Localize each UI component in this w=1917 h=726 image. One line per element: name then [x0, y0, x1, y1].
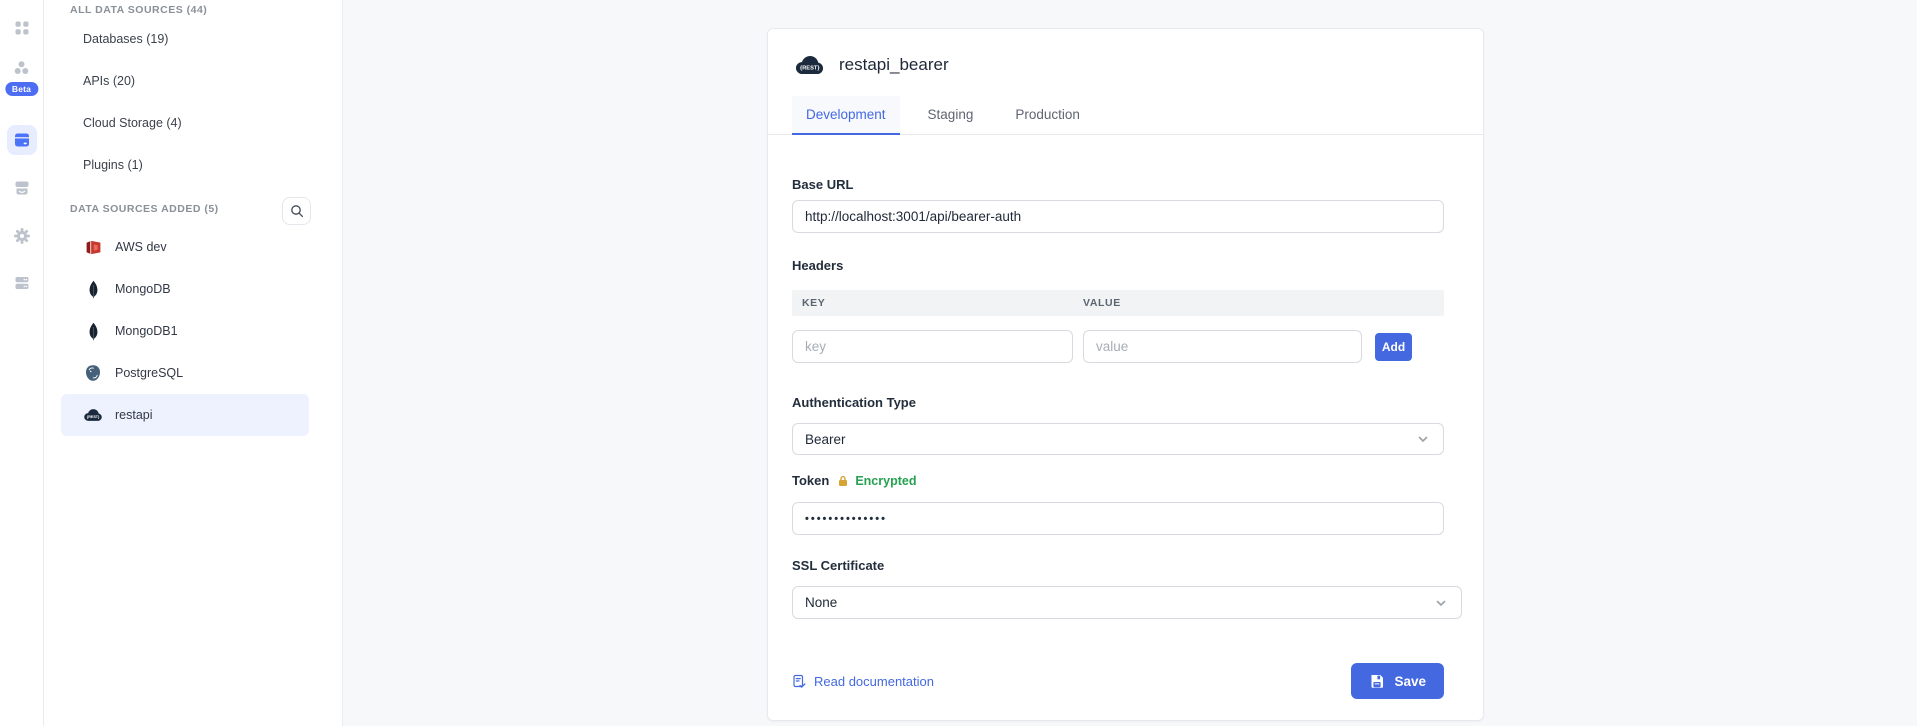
svg-text:{REST}: {REST}: [800, 66, 820, 72]
document-check-icon: [792, 674, 807, 689]
header-value-input[interactable]: [1083, 330, 1362, 363]
sidebar-item-plugins[interactable]: Plugins (1): [61, 144, 326, 186]
auth-type-select[interactable]: Bearer: [792, 423, 1444, 455]
config-form: Base URL Headers KEY VALUE Add Authentic…: [768, 135, 1483, 699]
save-button[interactable]: Save: [1351, 663, 1444, 699]
form-footer: Read documentation Save: [792, 663, 1444, 699]
workflows-icon[interactable]: [7, 53, 37, 83]
sidebar-item-databases[interactable]: Databases (19): [61, 18, 326, 60]
ssl-value: None: [805, 595, 837, 610]
gear-icon: [13, 227, 31, 245]
headers-group: Headers KEY VALUE Add: [792, 257, 1444, 363]
chevron-down-icon: [1417, 433, 1429, 445]
read-documentation-link[interactable]: Read documentation: [792, 674, 934, 689]
headers-label: Headers: [792, 258, 843, 273]
category-label: APIs (20): [83, 74, 135, 88]
rest-api-icon: {REST}: [794, 54, 825, 76]
rest-api-icon: {REST}: [83, 405, 103, 425]
settings-icon[interactable]: [7, 221, 37, 251]
mongodb-icon: [83, 321, 103, 341]
sidebar-item-mongodb1[interactable]: MongoDB1: [61, 310, 309, 352]
data-sources-icon[interactable]: [7, 125, 37, 155]
aws-icon: [83, 237, 103, 257]
search-icon: [290, 204, 304, 218]
sidebar-item-cloud-storage[interactable]: Cloud Storage (4): [61, 102, 326, 144]
encrypted-badge: Encrypted: [837, 474, 916, 488]
auth-type-group: Authentication Type Bearer: [792, 395, 1444, 455]
category-list: Databases (19) APIs (20) Cloud Storage (…: [44, 18, 342, 186]
search-button[interactable]: [282, 197, 311, 225]
token-group: Token Encrypted ••••••••••••••: [792, 473, 1444, 535]
storefront-icon: [13, 179, 31, 197]
auth-type-label: Authentication Type: [792, 395, 1444, 410]
ssl-group: SSL Certificate None: [792, 558, 1444, 619]
add-header-button[interactable]: Add: [1375, 333, 1412, 361]
data-source-label: restapi: [115, 408, 153, 422]
sidebar-item-postgresql[interactable]: PostgreSQL: [61, 352, 309, 394]
mongodb-icon: [83, 279, 103, 299]
tab-staging[interactable]: Staging: [914, 96, 988, 135]
doc-link-label: Read documentation: [814, 674, 934, 689]
save-icon: [1369, 673, 1385, 689]
beta-badge: Beta: [5, 82, 38, 96]
key-column-header: KEY: [792, 297, 1083, 309]
value-column-header: VALUE: [1083, 297, 1121, 309]
base-url-group: Base URL: [792, 177, 1444, 233]
encrypted-label: Encrypted: [855, 474, 916, 488]
database-icon[interactable]: [7, 268, 37, 298]
panel-header: {REST} restapi_bearer: [768, 29, 1483, 76]
chevron-down-icon: [1435, 597, 1447, 609]
category-label: Cloud Storage (4): [83, 116, 182, 130]
postgresql-icon: [83, 363, 103, 383]
ssl-certificate-select[interactable]: None: [792, 586, 1462, 619]
data-sources-sidebar: ALL DATA SOURCES (44) Databases (19) API…: [44, 0, 343, 726]
data-source-label: MongoDB: [115, 282, 171, 296]
base-url-label: Base URL: [792, 177, 1444, 192]
data-sources-added-header: DATA SOURCES ADDED (5): [70, 199, 219, 219]
base-url-input[interactable]: [792, 200, 1444, 233]
tab-development[interactable]: Development: [792, 96, 900, 135]
icon-rail: Beta: [0, 0, 44, 726]
save-label: Save: [1394, 674, 1426, 689]
server-icon: [13, 274, 31, 292]
sidebar-item-mongodb[interactable]: MongoDB: [61, 268, 309, 310]
svg-text:{REST}: {REST}: [87, 415, 100, 419]
header-kv-row: Add: [792, 330, 1444, 363]
added-data-sources-list: AWS dev MongoDB MongoDB1: [44, 226, 342, 436]
page-title: restapi_bearer: [839, 55, 949, 75]
apps-icon[interactable]: [7, 13, 37, 43]
data-source-label: AWS dev: [115, 240, 167, 254]
all-data-sources-header: ALL DATA SOURCES (44): [70, 0, 342, 16]
grid-icon: [14, 20, 30, 36]
drawer-icon: [13, 131, 31, 149]
data-source-config-panel: {REST} restapi_bearer Development Stagin…: [767, 28, 1484, 721]
category-label: Plugins (1): [83, 158, 143, 172]
headers-table-head: KEY VALUE: [792, 290, 1444, 316]
sidebar-item-restapi[interactable]: {REST} restapi: [61, 394, 309, 436]
token-label: Token: [792, 473, 829, 488]
ssl-certificate-label: SSL Certificate: [792, 558, 1444, 573]
token-label-row: Token Encrypted: [792, 473, 1444, 488]
data-source-label: MongoDB1: [115, 324, 178, 338]
environment-tabs: Development Staging Production: [768, 96, 1483, 135]
marketplace-icon[interactable]: [7, 173, 37, 203]
data-source-label: PostgreSQL: [115, 366, 183, 380]
cluster-icon: [13, 60, 30, 76]
sidebar-item-apis[interactable]: APIs (20): [61, 60, 326, 102]
lock-icon: [837, 475, 849, 487]
sidebar-item-aws-dev[interactable]: AWS dev: [61, 226, 309, 268]
header-key-input[interactable]: [792, 330, 1073, 363]
category-label: Databases (19): [83, 32, 168, 46]
auth-type-value: Bearer: [805, 432, 846, 447]
tab-production[interactable]: Production: [1001, 96, 1094, 135]
token-input[interactable]: ••••••••••••••: [792, 502, 1444, 535]
